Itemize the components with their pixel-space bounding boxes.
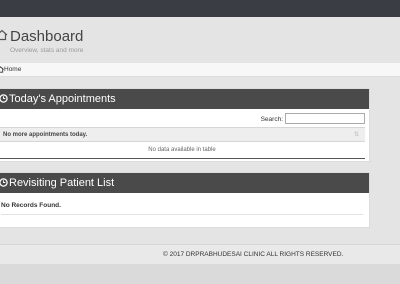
breadcrumb-home-link[interactable]: Home bbox=[4, 66, 21, 73]
revisiting-panel: Revisiting Patient List No Records Found… bbox=[0, 172, 370, 228]
clock-icon bbox=[0, 94, 8, 103]
top-navbar bbox=[0, 0, 400, 17]
empty-table-message: No data available in table bbox=[148, 147, 216, 153]
search-label: Search: bbox=[260, 116, 283, 123]
appointments-panel-title: Today's Appointments bbox=[9, 93, 116, 105]
page-footer: © 2017 DRPRABHUDESAI CLINIC ALL RIGHTS R… bbox=[0, 244, 400, 264]
divider bbox=[1, 214, 363, 215]
page-bottom-area bbox=[0, 264, 400, 284]
no-records-message: No Records Found. bbox=[1, 202, 61, 209]
revisiting-panel-title: Revisiting Patient List bbox=[9, 177, 115, 189]
breadcrumb: Home bbox=[0, 63, 400, 77]
search-input[interactable] bbox=[285, 113, 365, 124]
appointments-panel-header: Today's Appointments bbox=[0, 89, 369, 109]
revisiting-panel-header: Revisiting Patient List bbox=[0, 173, 369, 193]
table-empty-row: No data available in table bbox=[0, 143, 365, 159]
page-title: Dashboard bbox=[10, 28, 84, 45]
appointments-panel: Today's Appointments Search: No more app… bbox=[0, 88, 370, 162]
footer-copyright: © 2017 DRPRABHUDESAI CLINIC ALL RIGHTS R… bbox=[163, 251, 344, 258]
appointments-table-header[interactable]: No more appointments today. ⇅ bbox=[0, 127, 365, 142]
table-column-header: No more appointments today. bbox=[3, 132, 88, 138]
clock-icon bbox=[0, 178, 8, 187]
page-subtitle: Overview, stats and more bbox=[10, 47, 84, 54]
home-icon bbox=[0, 29, 8, 41]
sort-icon[interactable]: ⇅ bbox=[354, 131, 359, 138]
page-header: Dashboard Overview, stats and more bbox=[0, 17, 400, 63]
